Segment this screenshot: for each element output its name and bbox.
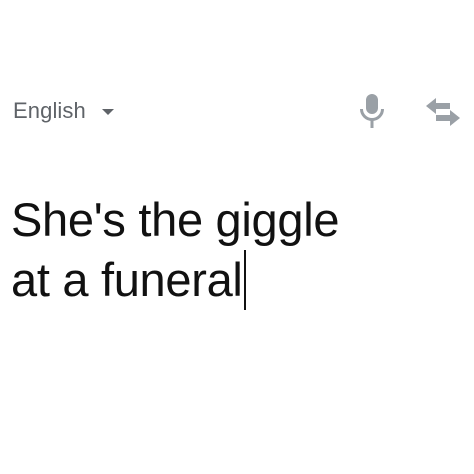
chevron-down-icon <box>101 109 114 115</box>
swap-arrows-icon <box>426 98 460 126</box>
source-text-line-2-text: at a funeral <box>11 253 243 306</box>
text-cursor <box>243 250 246 310</box>
microphone-button[interactable] <box>357 92 387 130</box>
source-text-line-2: at a funeral <box>11 250 461 310</box>
translate-header: English <box>0 80 474 140</box>
source-language-select[interactable]: English <box>13 96 114 126</box>
swap-languages-button[interactable] <box>424 96 462 128</box>
source-text-line-1: She's the giggle <box>11 193 340 246</box>
source-text-input[interactable]: She's the giggle at a funeral <box>11 190 461 310</box>
microphone-icon <box>360 94 384 128</box>
source-language-label: English <box>13 98 86 123</box>
